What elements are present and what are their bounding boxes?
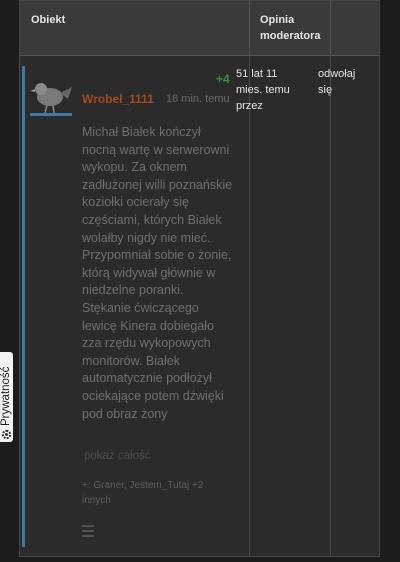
menu-icon[interactable] xyxy=(82,525,94,537)
entry-body: Michał Białek kończył nocną wartę w serw… xyxy=(82,125,233,421)
header-action xyxy=(330,1,380,55)
column-divider xyxy=(330,55,331,556)
author-name[interactable]: Wrobel_1111 xyxy=(82,92,154,106)
privacy-label: Prywatność xyxy=(0,366,12,426)
entry-time[interactable]: 18 min. temu xyxy=(166,93,230,105)
header-moderator-opinion: Opinia moderatora xyxy=(249,1,330,55)
column-divider xyxy=(249,55,250,556)
show-all-link[interactable]: pokaż całość xyxy=(84,450,150,462)
table-header: Obiekt Opinia moderatora xyxy=(20,1,379,56)
vote-count[interactable]: +4 xyxy=(216,72,230,86)
avatar[interactable] xyxy=(30,73,72,115)
entry-accent-bar xyxy=(22,66,25,547)
gear-icon xyxy=(1,429,12,440)
appeal-link[interactable]: odwołaj się xyxy=(318,66,358,98)
privacy-tab[interactable]: Prywatność xyxy=(0,352,13,442)
moderator-time-cell: 51 lat 11 mies. temu przez xyxy=(236,68,290,112)
likers-list[interactable]: +: Graner, Jestem_Tutaj +2 innych xyxy=(82,478,232,508)
header-object: Obiekt xyxy=(31,14,66,26)
avatar-underline xyxy=(30,113,72,116)
